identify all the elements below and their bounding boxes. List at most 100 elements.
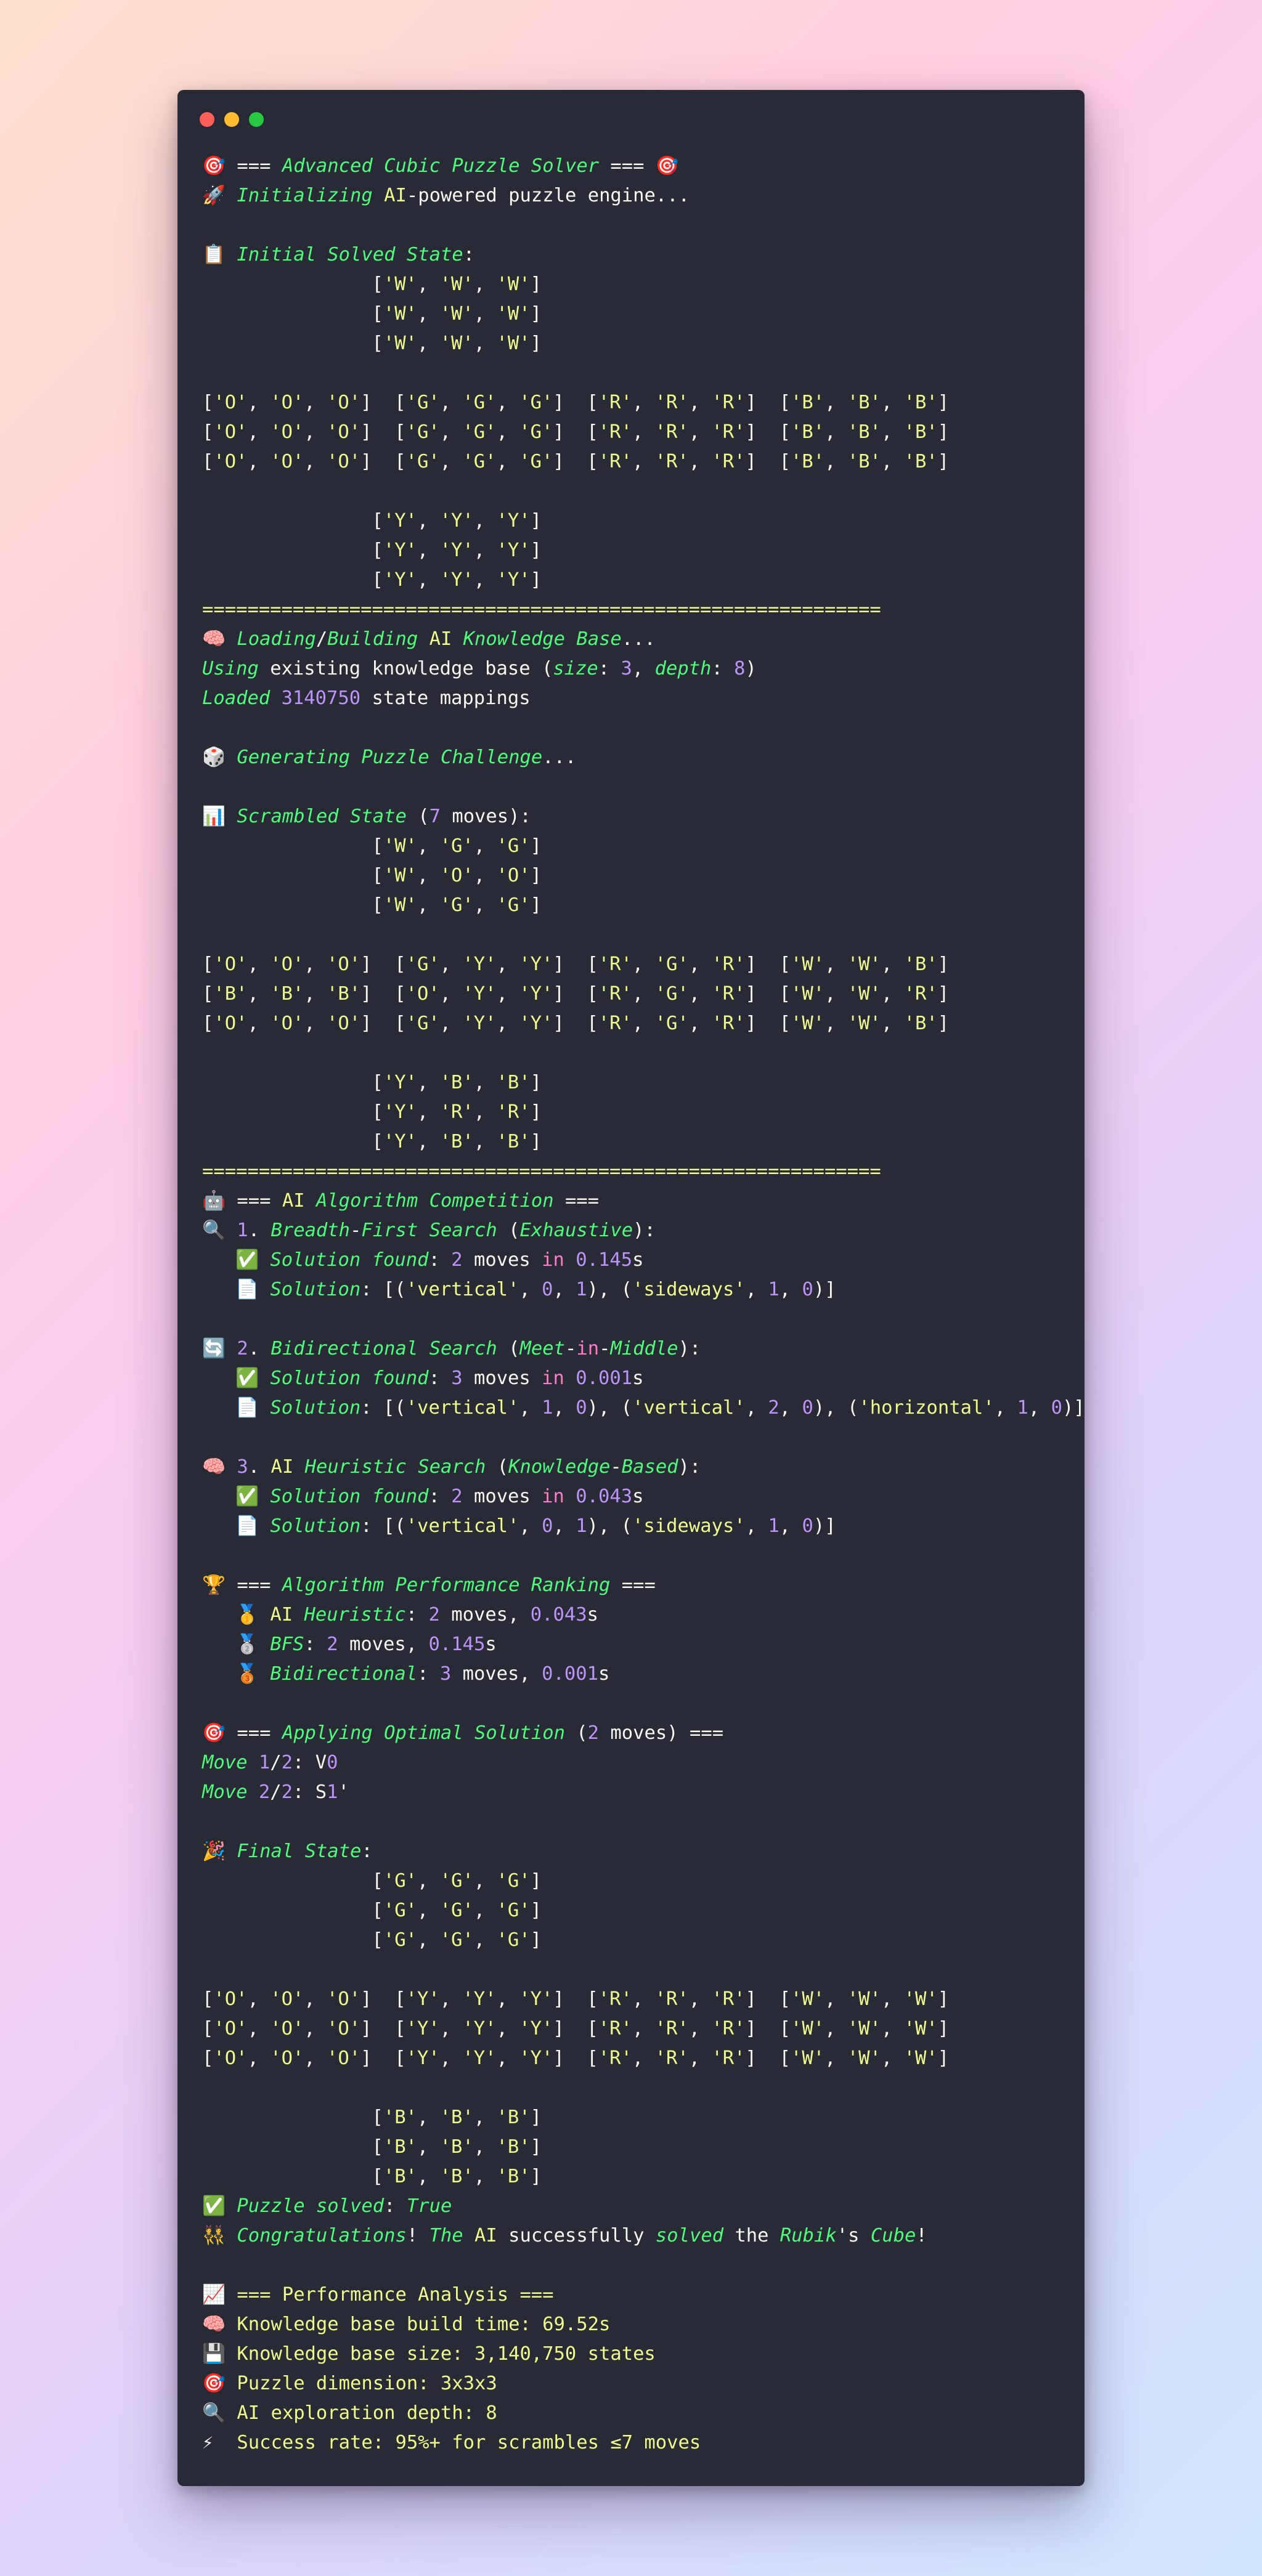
bronze-icon: 🥉 (235, 1663, 259, 1685)
cube-bottom-row: ['B', 'B', 'B'] (372, 2166, 542, 2187)
performance-item: 🎯 Puzzle dimension: 3x3x3 (202, 2369, 1072, 2399)
check-icon: ✅ (235, 1249, 259, 1271)
cube-middle-row: ['O', 'O', 'O'] ['G', 'Y', 'Y'] ['R', 'G… (202, 954, 950, 975)
cube-middle-row: ['O', 'O', 'O'] ['G', 'G', 'G'] ['R', 'R… (202, 392, 950, 413)
check-icon: ✅ (235, 1367, 259, 1389)
algorithm-heading: 🔄 2. Bidirectional Search (Meet-in-Middl… (202, 1334, 1072, 1364)
ranking-item: 🥉 Bidirectional: 3 moves, 0.001s (202, 1659, 1072, 1689)
dice-icon: 🎲 (202, 747, 226, 768)
cube-bottom-row: ['Y', 'B', 'B'] (372, 1072, 542, 1093)
separator: ========================================… (202, 1160, 881, 1182)
cube-top-row: ['W', 'W', 'W'] (372, 273, 542, 295)
maximize-window-icon[interactable] (249, 112, 264, 127)
cube-middle-row: ['O', 'O', 'O'] ['Y', 'Y', 'Y'] ['R', 'R… (202, 2047, 950, 2069)
kb-loaded: Loaded 3140750 state mappings (202, 687, 531, 709)
silver-icon: 🥈 (235, 1634, 259, 1655)
trend-icon: 📈 (202, 2284, 226, 2306)
algorithm-found: ✅ Solution found: 2 moves in 0.145s (202, 1245, 1072, 1275)
ranking-item: 🥈 BFS: 2 moves, 0.145s (202, 1630, 1072, 1659)
algorithm-solution: 📄 Solution: [('vertical', 1, 0), ('verti… (202, 1393, 1085, 1423)
app-title: 🎯 === Advanced Cubic Puzzle Solver === 🎯 (202, 152, 1072, 181)
cube-top-row: ['W', 'W', 'W'] (372, 333, 542, 354)
cube-bottom-row: ['Y', 'R', 'R'] (372, 1101, 542, 1123)
target-icon: 🎯 (655, 155, 679, 177)
check-icon: ✅ (202, 2195, 226, 2217)
search-icon: 🔍 (202, 2402, 226, 2424)
terminal-output: 🎯 === Advanced Cubic Puzzle Solver === 🎯… (202, 152, 1085, 2458)
cube-middle-row: ['O', 'O', 'O'] ['Y', 'Y', 'Y'] ['R', 'R… (202, 2018, 950, 2039)
scrambled-state-label: 📊 Scrambled State (7 moves): (202, 802, 1072, 832)
congrats-line: 👯 Congratulations! The AI successfully s… (202, 2221, 1072, 2251)
gold-icon: 🥇 (235, 1604, 259, 1626)
init-line: 🚀 Initializing AI-powered puzzle engine.… (202, 181, 1072, 211)
cube-bottom-row: ['Y', 'Y', 'Y'] (372, 569, 542, 591)
clipboard-icon: 📋 (202, 244, 226, 265)
page-icon: 📄 (235, 1397, 259, 1419)
close-window-icon[interactable] (200, 112, 214, 127)
brain-icon: 🧠 (202, 628, 226, 650)
cube-bottom-row: ['Y', 'B', 'B'] (372, 1131, 542, 1152)
floppy-icon: 💾 (202, 2343, 226, 2365)
cube-top-row: ['G', 'G', 'G'] (372, 1870, 542, 1892)
generate-line: 🎲 Generating Puzzle Challenge... (202, 743, 1072, 772)
target-icon: 🎯 (202, 2373, 226, 2394)
algorithm-heading: 🔍 1. Breadth-First Search (Exhaustive): (202, 1216, 1072, 1245)
search-icon: 🔍 (202, 1220, 226, 1241)
cube-top-row: ['W', 'G', 'G'] (372, 894, 542, 916)
cube-middle-row: ['O', 'O', 'O'] ['G', 'Y', 'Y'] ['R', 'G… (202, 1013, 950, 1034)
cube-middle-row: ['O', 'O', 'O'] ['Y', 'Y', 'Y'] ['R', 'R… (202, 1988, 950, 2010)
cube-bottom-row: ['Y', 'Y', 'Y'] (372, 540, 542, 561)
window-controls (200, 112, 274, 127)
chart-icon: 📊 (202, 806, 226, 827)
target-icon: 🎯 (202, 155, 226, 177)
cube-top-row: ['G', 'G', 'G'] (372, 1929, 542, 1951)
ranking-item: 🥇 AI Heuristic: 2 moves, 0.043s (202, 1600, 1072, 1630)
repeat-icon: 🔄 (202, 1338, 226, 1359)
kb-loading: 🧠 Loading/Building AI Knowledge Base... (202, 625, 1072, 654)
move-line: Move 1/2: V0 (202, 1752, 338, 1773)
performance-item: 🧠 Knowledge base build time: 69.52s (202, 2310, 1072, 2339)
algorithm-solution: 📄 Solution: [('vertical', 0, 1), ('sidew… (202, 1275, 1072, 1305)
terminal-window: 🎯 === Advanced Cubic Puzzle Solver === 🎯… (177, 90, 1085, 2486)
cube-middle-row: ['B', 'B', 'B'] ['O', 'Y', 'Y'] ['R', 'G… (202, 983, 950, 1005)
cube-bottom-row: ['Y', 'Y', 'Y'] (372, 510, 542, 532)
final-state-label: 🎉 Final State: (202, 1837, 1072, 1866)
cube-bottom-row: ['B', 'B', 'B'] (372, 2107, 542, 2128)
algorithm-found: ✅ Solution found: 3 moves in 0.001s (202, 1364, 1072, 1393)
algorithm-solution: 📄 Solution: [('vertical', 0, 1), ('sidew… (202, 1512, 1072, 1541)
robot-icon: 🤖 (202, 1190, 226, 1212)
apply-title: 🎯 === Applying Optimal Solution (2 moves… (202, 1719, 1072, 1748)
performance-item: 💾 Knowledge base size: 3,140,750 states (202, 2339, 1072, 2369)
page-icon: 📄 (235, 1279, 259, 1300)
trophy-icon: 🏆 (202, 1574, 226, 1596)
cube-middle-row: ['O', 'O', 'O'] ['G', 'G', 'G'] ['R', 'R… (202, 451, 950, 472)
cube-middle-row: ['O', 'O', 'O'] ['G', 'G', 'G'] ['R', 'R… (202, 421, 950, 443)
puzzle-solved: ✅ Puzzle solved: True (202, 2192, 1072, 2221)
cube-bottom-row: ['B', 'B', 'B'] (372, 2136, 542, 2158)
algorithm-heading: 🧠 3. AI Heuristic Search (Knowledge-Base… (202, 1452, 1072, 1482)
party-icon: 🎉 (202, 1841, 226, 1862)
minimize-window-icon[interactable] (224, 112, 239, 127)
performance-item: ⚡ Success rate: 95%+ for scrambles ≤7 mo… (202, 2428, 1072, 2458)
initial-state-label: 📋 Initial Solved State: (202, 240, 1072, 270)
ranking-title: 🏆 === Algorithm Performance Ranking === (202, 1571, 1072, 1600)
brain-icon: 🧠 (202, 2314, 226, 2335)
target-icon: 🎯 (202, 1722, 226, 1744)
performance-title: 📈 === Performance Analysis === (202, 2280, 1072, 2310)
bolt-icon: ⚡ (202, 2432, 214, 2453)
move-line: Move 2/2: S1' (202, 1781, 349, 1803)
